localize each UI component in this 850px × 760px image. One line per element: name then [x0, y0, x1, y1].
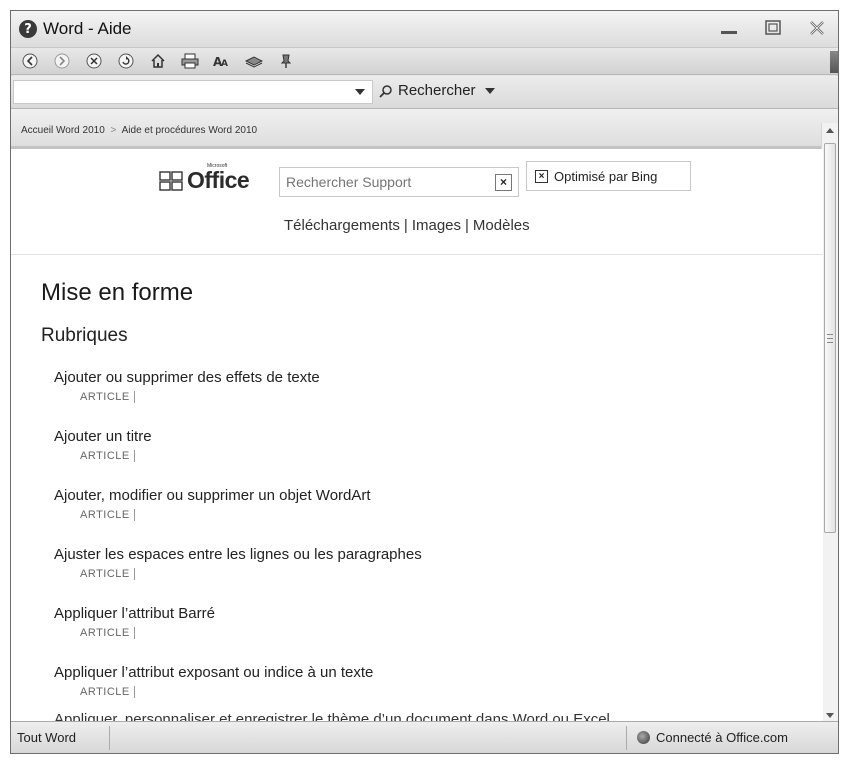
stop-icon [86, 53, 102, 69]
page-title: Mise en forme [41, 279, 194, 306]
search-dropdown-icon[interactable] [355, 89, 365, 95]
bing-option[interactable]: × Optimisé par Bing [526, 161, 691, 191]
close-button[interactable] [804, 17, 830, 39]
status-divider [109, 726, 110, 750]
clear-icon[interactable]: × [495, 174, 512, 191]
office-logo-icon [159, 170, 183, 191]
forward-button[interactable] [53, 52, 71, 70]
topic-link[interactable]: Ajouter un titre [54, 428, 794, 445]
link-separator: | [465, 217, 469, 234]
help-icon: ? [19, 20, 37, 38]
status-bar: Tout Word Connecté à Office.com [11, 721, 838, 753]
help-content: Microsoft Office × × Optimisé par Bing T… [11, 149, 823, 723]
list-item: Appliquer l’attribut Barré ARTICLE [54, 605, 794, 664]
help-window: ? Word - Aide A A Rechercher Accueil Wor… [10, 10, 839, 754]
search-input[interactable] [13, 80, 373, 104]
section-title: Rubriques [41, 325, 128, 346]
svg-text:A: A [221, 59, 228, 69]
search-row: Rechercher [11, 76, 838, 109]
pin-icon [280, 54, 292, 68]
scope-selector[interactable]: Tout Word [17, 730, 76, 745]
link-separator: | [403, 217, 408, 234]
breadcrumb: Accueil Word 2010 > Aide et procédures W… [11, 109, 838, 149]
topic-link[interactable]: Ajuster les espaces entre les lignes ou … [54, 546, 794, 563]
refresh-icon [118, 53, 134, 69]
connection-icon [637, 731, 650, 744]
font-size-icon: AA [213, 55, 228, 69]
forward-icon [54, 53, 70, 69]
list-item: Ajouter ou supprimer des effets de texte… [54, 369, 794, 428]
print-icon [181, 53, 199, 69]
office-links: Téléchargements | Images | Modèles [284, 217, 530, 234]
font-size-button[interactable]: AA [213, 52, 231, 70]
maximize-icon [765, 20, 781, 35]
connection-status[interactable]: Connecté à Office.com [637, 730, 788, 745]
toolbar-grip[interactable] [830, 51, 838, 73]
office-header: Microsoft Office × × Optimisé par Bing T… [11, 149, 823, 255]
list-item: Ajuster les espaces entre les lignes ou … [54, 546, 794, 605]
support-search-input[interactable] [286, 174, 476, 190]
breadcrumb-separator: > [110, 125, 117, 136]
refresh-button[interactable] [117, 52, 135, 70]
office-logo-microsoft: Microsoft [207, 163, 228, 169]
topic-type-label: ARTICLE [80, 509, 135, 521]
list-item: Ajouter, modifier ou supprimer un objet … [54, 487, 794, 546]
home-icon [151, 53, 165, 68]
minimize-button[interactable] [716, 17, 742, 39]
breadcrumb-item-help[interactable]: Aide et procédures Word 2010 [122, 125, 257, 136]
window-controls [716, 17, 830, 39]
search-button-label: Rechercher [398, 82, 476, 99]
print-button[interactable] [181, 52, 199, 70]
topic-link[interactable]: Appliquer l’attribut Barré [54, 605, 794, 622]
chevron-down-icon [484, 87, 495, 94]
back-button[interactable] [21, 52, 39, 70]
bing-label: Optimisé par Bing [554, 168, 658, 184]
list-item: Ajouter un titre ARTICLE [54, 428, 794, 487]
breadcrumb-item-home[interactable]: Accueil Word 2010 [21, 125, 105, 136]
topic-type-label: ARTICLE [80, 568, 135, 580]
topic-type-label: ARTICLE [80, 686, 135, 698]
search-icon [379, 84, 392, 98]
status-divider [626, 726, 627, 750]
link-images[interactable]: Images [412, 217, 461, 234]
topic-type-label: ARTICLE [80, 627, 135, 639]
close-icon [810, 21, 824, 35]
title-bar: ? Word - Aide [11, 11, 838, 47]
book-icon [245, 56, 263, 68]
window-title: Word - Aide [43, 19, 132, 38]
topic-type-label: ARTICLE [80, 391, 135, 403]
search-button[interactable]: Rechercher [379, 82, 495, 99]
maximize-button[interactable] [760, 17, 786, 39]
scroll-thumb[interactable] [824, 143, 836, 533]
connection-label: Connecté à Office.com [656, 730, 788, 745]
grip-icon [827, 334, 833, 343]
topic-list: Ajouter ou supprimer des effets de texte… [54, 369, 794, 723]
stop-button[interactable] [85, 52, 103, 70]
link-downloads[interactable]: Téléchargements [284, 217, 400, 234]
vertical-scrollbar[interactable] [821, 123, 838, 723]
topic-link[interactable]: Ajouter ou supprimer des effets de texte [54, 369, 794, 386]
scroll-down-icon[interactable] [826, 713, 834, 718]
office-logo[interactable]: Microsoft Office [159, 163, 250, 194]
toolbar: AA [11, 47, 838, 75]
office-logo-text: Office [187, 167, 250, 193]
bing-checkbox-icon: × [535, 169, 548, 183]
pin-button[interactable] [277, 52, 295, 70]
home-button[interactable] [149, 52, 167, 70]
back-icon [22, 53, 38, 69]
topic-link[interactable]: Ajouter, modifier ou supprimer un objet … [54, 487, 794, 504]
link-templates[interactable]: Modèles [473, 217, 530, 234]
topic-link[interactable]: Appliquer l’attribut exposant ou indice … [54, 664, 794, 681]
support-search-box: × [279, 167, 519, 197]
book-button[interactable] [245, 52, 263, 70]
topic-type-label: ARTICLE [80, 450, 135, 462]
scroll-up-icon[interactable] [826, 128, 834, 133]
minimize-icon [721, 31, 737, 34]
